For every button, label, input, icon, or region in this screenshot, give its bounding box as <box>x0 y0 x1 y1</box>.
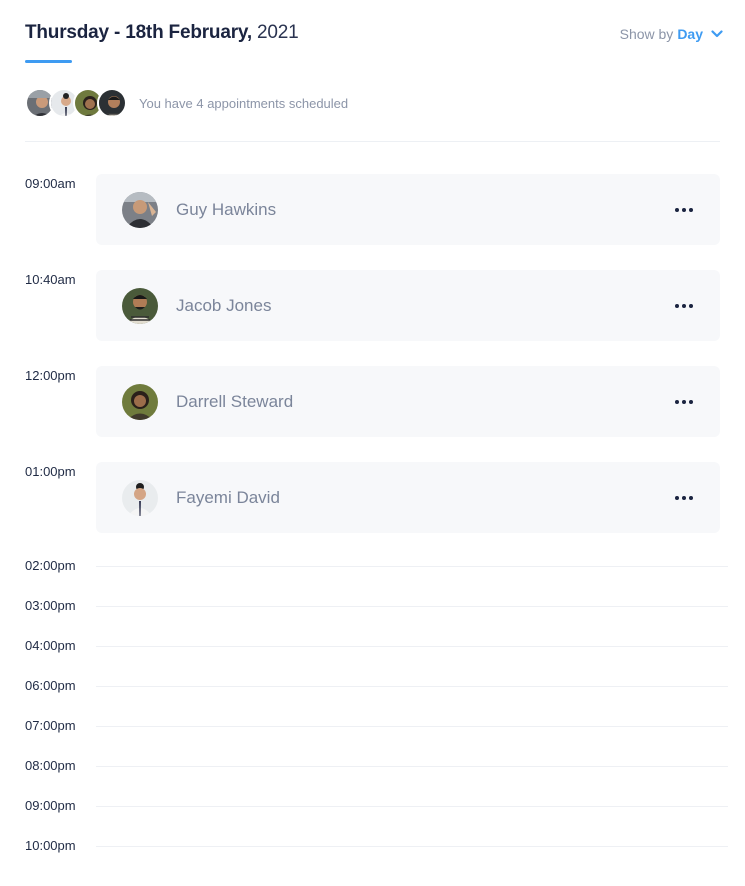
page-header: Thursday - 18th February, 2021 Show by D… <box>25 22 723 52</box>
more-horizontal-icon <box>675 208 693 212</box>
avatar <box>122 383 158 420</box>
appointment-card[interactable]: Guy Hawkins <box>96 174 720 245</box>
more-horizontal-icon <box>675 400 693 404</box>
title-underline <box>25 60 72 63</box>
slot-time: 10:40am <box>25 272 76 287</box>
avatar-stack <box>25 88 127 118</box>
avatar <box>122 287 158 324</box>
slot-time: 03:00pm <box>25 598 76 613</box>
attendee-name: Guy Hawkins <box>176 199 277 219</box>
appointments-summary: You have 4 appointments scheduled <box>25 88 348 118</box>
appointment-card[interactable]: Fayemi David <box>96 462 720 533</box>
slot-time: 09:00pm <box>25 798 76 813</box>
appointment-card[interactable]: Darrell Steward <box>96 366 720 437</box>
avatar <box>97 88 127 118</box>
more-options-button[interactable] <box>674 296 694 316</box>
empty-slot[interactable]: 09:00pm <box>25 798 728 818</box>
slot-line <box>96 646 728 647</box>
slot-time: 09:00am <box>25 176 76 191</box>
empty-slot[interactable]: 08:00pm <box>25 758 728 778</box>
slot-time: 08:00pm <box>25 758 76 773</box>
empty-slot[interactable]: 03:00pm <box>25 598 728 618</box>
empty-slot[interactable]: 06:00pm <box>25 678 728 698</box>
empty-slot[interactable]: 02:00pm <box>25 558 728 578</box>
attendee-name: Darrell Steward <box>176 391 294 411</box>
show-by-label: Show by <box>619 26 674 42</box>
slot-line <box>96 686 728 687</box>
avatar <box>122 191 158 228</box>
show-by-dropdown[interactable]: Show by Day <box>620 26 723 42</box>
more-horizontal-icon <box>675 496 693 500</box>
chevron-down-icon <box>711 30 723 38</box>
summary-text: You have 4 appointments scheduled <box>139 95 349 111</box>
slot-line <box>96 806 728 807</box>
slot-time: 01:00pm <box>25 464 76 479</box>
slot-line <box>96 566 728 567</box>
avatar <box>122 479 158 516</box>
page-title: Thursday - 18th February, 2021 <box>25 22 299 44</box>
attendee-name: Jacob Jones <box>176 295 272 315</box>
title-date: Thursday - 18th February, <box>25 22 252 43</box>
divider <box>25 141 720 142</box>
attendee-name: Fayemi David <box>176 487 280 507</box>
slot-line <box>96 726 728 727</box>
slot-time: 04:00pm <box>25 638 76 653</box>
slot-line <box>96 846 728 847</box>
slot-time: 12:00pm <box>25 368 76 383</box>
more-horizontal-icon <box>675 304 693 308</box>
slot-line <box>96 766 728 767</box>
slot-time: 07:00pm <box>25 718 76 733</box>
slot-time: 02:00pm <box>25 558 76 573</box>
more-options-button[interactable] <box>674 392 694 412</box>
more-options-button[interactable] <box>674 200 694 220</box>
title-year: 2021 <box>257 22 299 43</box>
more-options-button[interactable] <box>674 488 694 508</box>
show-by-value: Day <box>677 26 703 42</box>
empty-slot[interactable]: 10:00pm <box>25 838 728 858</box>
empty-slot[interactable]: 07:00pm <box>25 718 728 738</box>
appointment-card[interactable]: Jacob Jones <box>96 270 720 341</box>
slot-time: 10:00pm <box>25 838 76 853</box>
empty-slot[interactable]: 04:00pm <box>25 638 728 658</box>
slot-time: 06:00pm <box>25 678 76 693</box>
slot-line <box>96 606 728 607</box>
